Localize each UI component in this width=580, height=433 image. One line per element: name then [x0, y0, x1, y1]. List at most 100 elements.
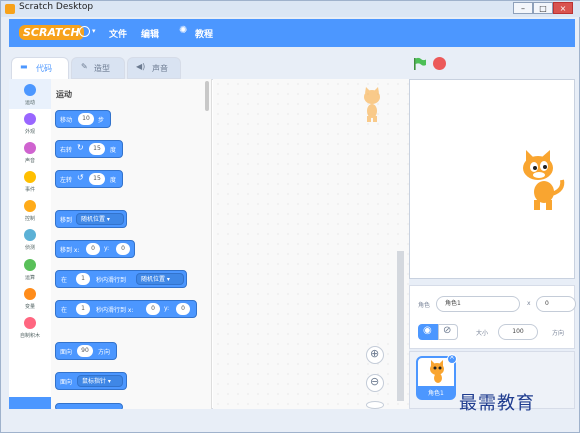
- category-sensing-dot[interactable]: [24, 229, 36, 241]
- block-goto-xy[interactable]: 移到 x: 0 y: 0: [55, 240, 135, 258]
- close-icon: ×: [449, 353, 455, 361]
- block-point-towards[interactable]: 面向 鼠标指针 ▾: [55, 372, 127, 390]
- zoom-out-button[interactable]: ⊖: [366, 374, 384, 392]
- chevron-down-icon[interactable]: ▾: [92, 27, 96, 35]
- category-motion-label[interactable]: 运动: [9, 99, 51, 106]
- block-glide[interactable]: 在 1 秒内滑行到 随机位置 ▾: [55, 270, 187, 288]
- cat-sprite[interactable]: [514, 150, 568, 212]
- stage-header: [409, 47, 575, 79]
- stop-icon[interactable]: [433, 57, 446, 70]
- block-turn-right[interactable]: 右转 ↻ 15 度: [55, 140, 123, 158]
- block-palette: 运动 移动 10 步 右转 ↻ 15 度 左转 ↺ 15 度 移到 随机位置 ▾: [51, 79, 212, 409]
- stage[interactable]: [409, 79, 575, 279]
- app-icon: [5, 4, 15, 14]
- rotate-right-icon: ↻: [77, 143, 84, 152]
- category-control-dot[interactable]: [24, 200, 36, 212]
- size-input[interactable]: 100: [498, 324, 538, 340]
- dropdown-value: 随机位置: [81, 216, 106, 223]
- block-goto[interactable]: 移到 随机位置 ▾: [55, 210, 127, 228]
- block-input[interactable]: 90: [77, 345, 93, 357]
- menu-file[interactable]: 文件: [109, 27, 127, 40]
- cat-thumbnail-icon: [430, 360, 444, 383]
- block-move-steps[interactable]: 移动 10 步: [55, 110, 111, 128]
- menu-tutorials[interactable]: 教程: [195, 27, 213, 40]
- globe-icon[interactable]: [79, 26, 90, 37]
- block-text: y:: [104, 245, 110, 252]
- block-dropdown[interactable]: 随机位置 ▾: [76, 213, 124, 225]
- block-input[interactable]: 10: [78, 113, 94, 125]
- zoom-out-icon: ⊖: [370, 375, 380, 388]
- category-events-label[interactable]: 事件: [9, 186, 51, 193]
- block-turn-left[interactable]: 左转 ↺ 15 度: [55, 170, 123, 188]
- block-text: 面向: [60, 379, 73, 386]
- palette-section-title: 运动: [56, 90, 72, 99]
- watermark-text: 最需教育: [459, 393, 535, 414]
- block-dropdown[interactable]: 随机位置 ▾: [136, 273, 184, 285]
- block-text: 移到 x:: [60, 247, 80, 254]
- hide-sprite-button[interactable]: ⊘: [438, 324, 458, 340]
- block-text: 右转: [60, 147, 73, 154]
- sprite-thumbnail[interactable]: 角色1 ×: [416, 353, 457, 400]
- block-text: 左转: [60, 177, 73, 184]
- category-operators-label[interactable]: 运算: [9, 274, 51, 281]
- close-button[interactable]: ×: [553, 2, 573, 14]
- menu-edit[interactable]: 编辑: [141, 27, 159, 40]
- block-text: 秒内滑行到: [96, 277, 127, 284]
- block-dropdown[interactable]: 鼠标指针 ▾: [77, 375, 123, 387]
- extension-button[interactable]: [9, 397, 51, 409]
- block-text: 面向: [60, 349, 73, 356]
- category-looks-label[interactable]: 外观: [9, 128, 51, 135]
- delete-sprite-button[interactable]: ×: [447, 353, 457, 364]
- block-input[interactable]: 15: [89, 173, 105, 185]
- zoom-reset-button[interactable]: [366, 401, 384, 409]
- block-input[interactable]: 0: [146, 303, 160, 315]
- category-myblocks-dot[interactable]: [24, 317, 36, 329]
- category-variables-label[interactable]: 变量: [9, 303, 51, 310]
- palette-scrollbar[interactable]: [205, 81, 209, 111]
- block-input[interactable]: 0: [86, 243, 100, 255]
- category-variables-dot[interactable]: [24, 288, 36, 300]
- app-window: Scratch Desktop – □ × SCRATCH ▾ 文件 编辑 ✺ …: [0, 0, 580, 433]
- block-input[interactable]: 15: [89, 143, 105, 155]
- workspace-scrollbar[interactable]: [397, 251, 404, 401]
- block-text: y:: [164, 305, 170, 312]
- category-looks-dot[interactable]: [24, 113, 36, 125]
- tab-costumes[interactable]: ✎ 造型: [71, 57, 125, 79]
- block-input[interactable]: 1: [76, 273, 90, 285]
- dropdown-value: 鼠标指针: [82, 378, 107, 385]
- scratch-logo[interactable]: SCRATCH: [19, 25, 84, 40]
- minimize-button[interactable]: –: [513, 2, 533, 14]
- category-motion-dot[interactable]: [24, 84, 36, 96]
- block-text: 移到: [60, 217, 73, 224]
- category-menu: 运动 外观 声音 事件 控制 侦测 运算 变量 自制积木: [9, 79, 52, 409]
- category-myblocks-label[interactable]: 自制积木: [9, 332, 51, 339]
- block-glide-xy[interactable]: 在 1 秒内滑行到 x: 0 y: 0: [55, 300, 197, 318]
- dropdown-value: 随机位置: [141, 276, 166, 283]
- tab-costumes-label: 造型: [94, 64, 110, 73]
- speaker-icon: ◀): [136, 62, 146, 71]
- show-sprite-button[interactable]: ◉: [418, 324, 438, 340]
- sprite-name-value: 角色1: [445, 300, 461, 307]
- zoom-in-button[interactable]: ⊕: [366, 346, 384, 364]
- tab-code[interactable]: ▬ 代码: [11, 57, 69, 79]
- x-input[interactable]: 0: [536, 296, 576, 312]
- green-flag-icon[interactable]: [413, 57, 427, 71]
- sprite-name-input[interactable]: 角色1: [436, 296, 520, 312]
- maximize-button[interactable]: □: [533, 2, 553, 14]
- category-operators-dot[interactable]: [24, 259, 36, 271]
- script-workspace[interactable]: ⊕ ⊖: [213, 79, 409, 409]
- category-sound-dot[interactable]: [24, 142, 36, 154]
- category-sound-label[interactable]: 声音: [9, 157, 51, 164]
- tab-sounds-label: 声音: [152, 64, 168, 73]
- category-sensing-label[interactable]: 侦测: [9, 244, 51, 251]
- block-input[interactable]: 0: [116, 243, 130, 255]
- sprite-info-panel: 角色 角色1 x 0 ◉ ⊘ 大小 100 方向: [409, 285, 576, 349]
- brush-icon: ✎: [81, 62, 88, 71]
- category-control-label[interactable]: 控制: [9, 215, 51, 222]
- block-input[interactable]: 1: [76, 303, 90, 315]
- block-input[interactable]: 0: [176, 303, 190, 315]
- tab-sounds[interactable]: ◀) 声音: [127, 57, 181, 79]
- category-events-dot[interactable]: [24, 171, 36, 183]
- block-point-direction[interactable]: 面向 90 方向: [55, 342, 117, 360]
- block-text: 秒内滑行到 x:: [96, 307, 134, 314]
